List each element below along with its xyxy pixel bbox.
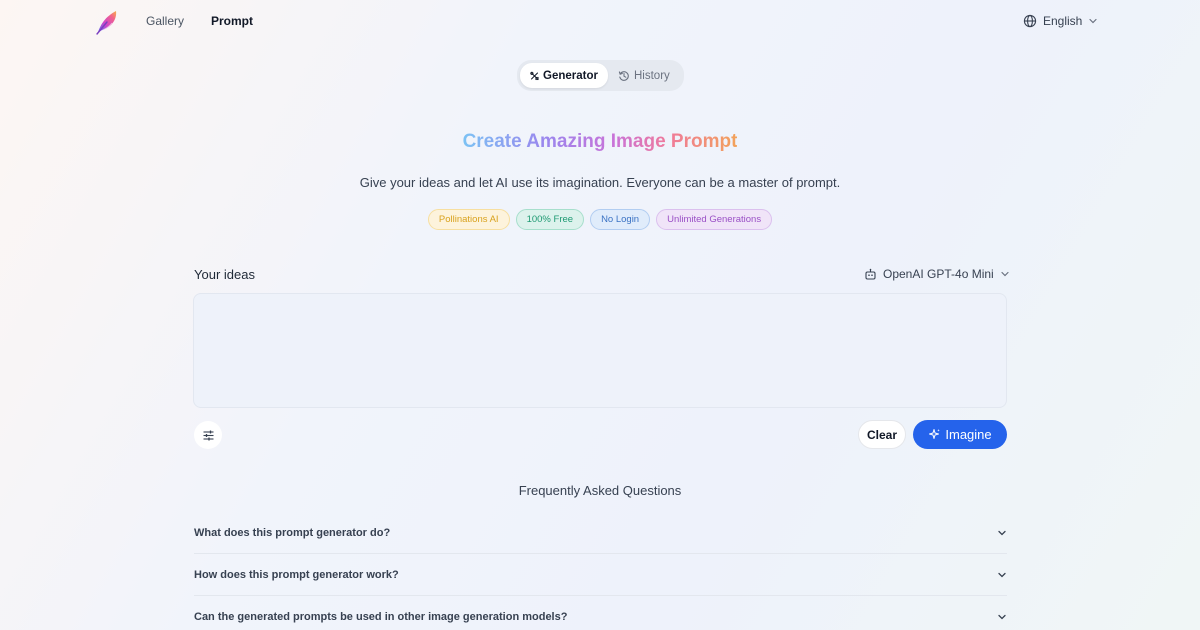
sliders-icon <box>203 430 213 440</box>
nav-prompt-link[interactable]: Prompt <box>211 14 253 28</box>
model-label: OpenAI GPT-4o Mini <box>883 267 994 281</box>
imagine-label: Imagine <box>945 427 992 442</box>
page-title: Create Amazing Image Prompt <box>0 131 1200 153</box>
faq-question: Can the generated prompts be used in oth… <box>194 611 568 623</box>
chevron-down-icon <box>998 572 1006 577</box>
badge-no-login: No Login <box>590 209 651 230</box>
faq-question: How does this prompt generator work? <box>194 568 399 581</box>
language-label: English <box>1043 14 1083 28</box>
chevron-down-icon <box>998 530 1006 535</box>
globe-icon <box>1023 14 1037 28</box>
page-title-text: Create Amazing Image Prompt <box>462 131 738 152</box>
faq-item[interactable]: How does this prompt generator work? <box>194 554 1007 596</box>
tools-icon <box>530 71 539 80</box>
tab-history[interactable]: History <box>608 63 680 88</box>
faq-title: Frequently Asked Questions <box>518 483 682 498</box>
faq-item[interactable]: What does this prompt generator do? <box>194 512 1007 554</box>
clear-button[interactable]: Clear <box>858 420 906 449</box>
history-icon <box>618 70 629 81</box>
badge-unlimited: Unlimited Generations <box>656 209 773 230</box>
ideas-input[interactable] <box>193 293 1007 408</box>
feature-badges: Pollinations AI 100% Free No Login Unlim… <box>0 209 1200 230</box>
tab-generator[interactable]: Generator <box>520 63 608 88</box>
page-subtitle: Give your ideas and let AI use its imagi… <box>359 175 841 190</box>
nav-gallery-link[interactable]: Gallery <box>146 14 184 28</box>
logo[interactable] <box>95 8 121 36</box>
tab-history-label: History <box>634 69 670 82</box>
chevron-down-icon <box>1001 271 1009 277</box>
faq-question: What does this prompt generator do? <box>194 526 391 539</box>
faq-item[interactable]: Can the generated prompts be used in oth… <box>194 596 1007 630</box>
sparkle-icon <box>929 429 941 439</box>
chevron-down-icon <box>998 614 1006 620</box>
chevron-down-icon <box>1089 18 1097 24</box>
badge-free: 100% Free <box>515 209 585 230</box>
ideas-label: Your ideas <box>194 267 255 282</box>
robot-icon <box>865 268 876 280</box>
settings-button[interactable] <box>194 421 222 449</box>
imagine-button[interactable]: Imagine <box>913 420 1007 449</box>
language-selector[interactable]: English <box>1023 14 1098 28</box>
logo-feather-icon <box>96 11 117 35</box>
badge-pollinations: Pollinations AI <box>427 209 510 230</box>
mode-toggle: Generator History <box>517 60 684 91</box>
tab-generator-label: Generator <box>543 69 598 82</box>
model-selector[interactable]: OpenAI GPT-4o Mini <box>864 267 1010 281</box>
